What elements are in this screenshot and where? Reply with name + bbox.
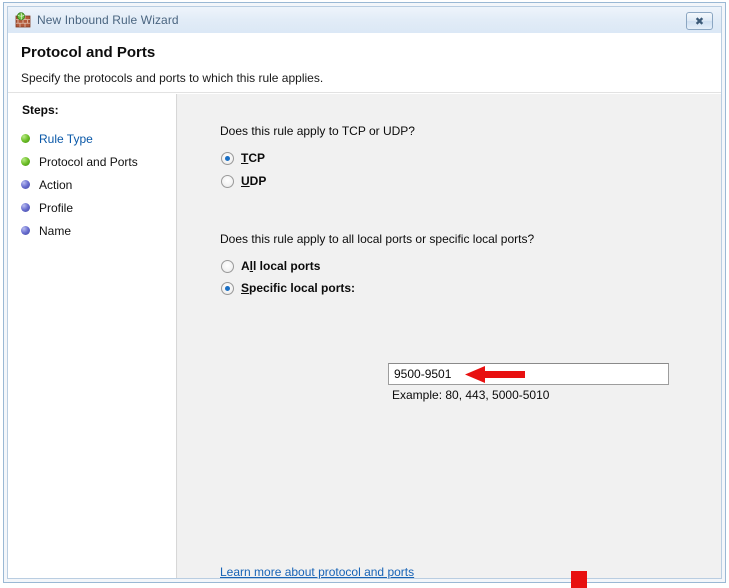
firewall-brick-globe-icon [15,12,31,28]
steps-heading: Steps: [22,103,59,117]
radio-specific-local-ports[interactable] [221,281,234,295]
radio-row-specific-local-ports[interactable]: Specific local ports: [221,281,355,295]
step-bullet-icon [21,226,30,235]
sidebar-step-rule-type[interactable]: Rule Type [8,127,176,150]
radio-label-all-local-ports: All local ports [241,259,321,273]
radio-label-tcp: TCP [241,151,266,165]
close-icon: ✖ [694,14,705,28]
steps-list: Rule Type Protocol and Ports Action Profile… [8,127,176,242]
port-input-field[interactable]: 9500-9501 [388,363,669,385]
page-subtitle: Specify the protocols and ports to which… [21,71,324,85]
sidebar-step-protocol-and-ports[interactable]: Protocol and Ports [8,150,176,173]
step-bullet-icon [21,180,30,189]
learn-more-link[interactable]: Learn more about protocol and ports [220,565,414,579]
window-title: New Inbound Rule Wizard [37,13,179,27]
radio-row-all-local-ports[interactable]: All local ports [221,259,320,273]
port-example-hint: Example: 80, 443, 5000-5010 [392,388,550,402]
radio-row-tcp[interactable]: TCP [221,151,265,165]
radio-label-udp: UDP [241,174,267,188]
sidebar-step-label: Name [39,223,72,238]
protocol-question: Does this rule apply to TCP or UDP? [220,124,415,138]
page-header: Protocol and Ports Specify the protocols… [8,33,721,93]
sidebar-step-name[interactable]: Name [8,219,176,242]
steps-sidebar: Steps: Rule Type Protocol and Ports Action… [8,94,177,578]
annotation-arrow-to-port-field [465,366,525,383]
sidebar-step-label: Profile [39,200,74,215]
radio-row-udp[interactable]: UDP [221,174,266,188]
window-inner-frame: New Inbound Rule Wizard ✖ Protocol and P… [7,6,722,588]
radio-all-local-ports[interactable] [221,259,234,273]
step-bullet-icon [21,157,30,166]
port-input-value: 9500-9501 [394,367,452,381]
radio-label-specific-local-ports: Specific local ports: [241,281,356,295]
step-bullet-icon [21,203,30,212]
step-bullet-icon [21,134,30,143]
content-pane: Does this rule apply to TCP or UDP? TCP … [178,94,721,578]
sidebar-step-label: Rule Type [39,131,93,146]
radio-udp[interactable] [221,174,234,188]
sidebar-step-label: Protocol and Ports [39,154,138,169]
sidebar-step-profile[interactable]: Profile [8,196,176,219]
close-button[interactable]: ✖ [686,12,713,30]
sidebar-step-label: Action [39,177,73,192]
ports-question: Does this rule apply to all local ports … [220,232,535,246]
page-title: Protocol and Ports [21,44,156,61]
annotation-arrow-to-next-button [561,571,597,588]
radio-tcp[interactable] [221,151,234,165]
sidebar-step-action[interactable]: Action [8,173,176,196]
wizard-window: New Inbound Rule Wizard ✖ Protocol and P… [3,2,726,588]
screenshot-root: New Inbound Rule Wizard ✖ Protocol and P… [0,0,729,588]
title-bar: New Inbound Rule Wizard ✖ [8,7,721,33]
body-area: Steps: Rule Type Protocol and Ports Action… [8,94,721,588]
